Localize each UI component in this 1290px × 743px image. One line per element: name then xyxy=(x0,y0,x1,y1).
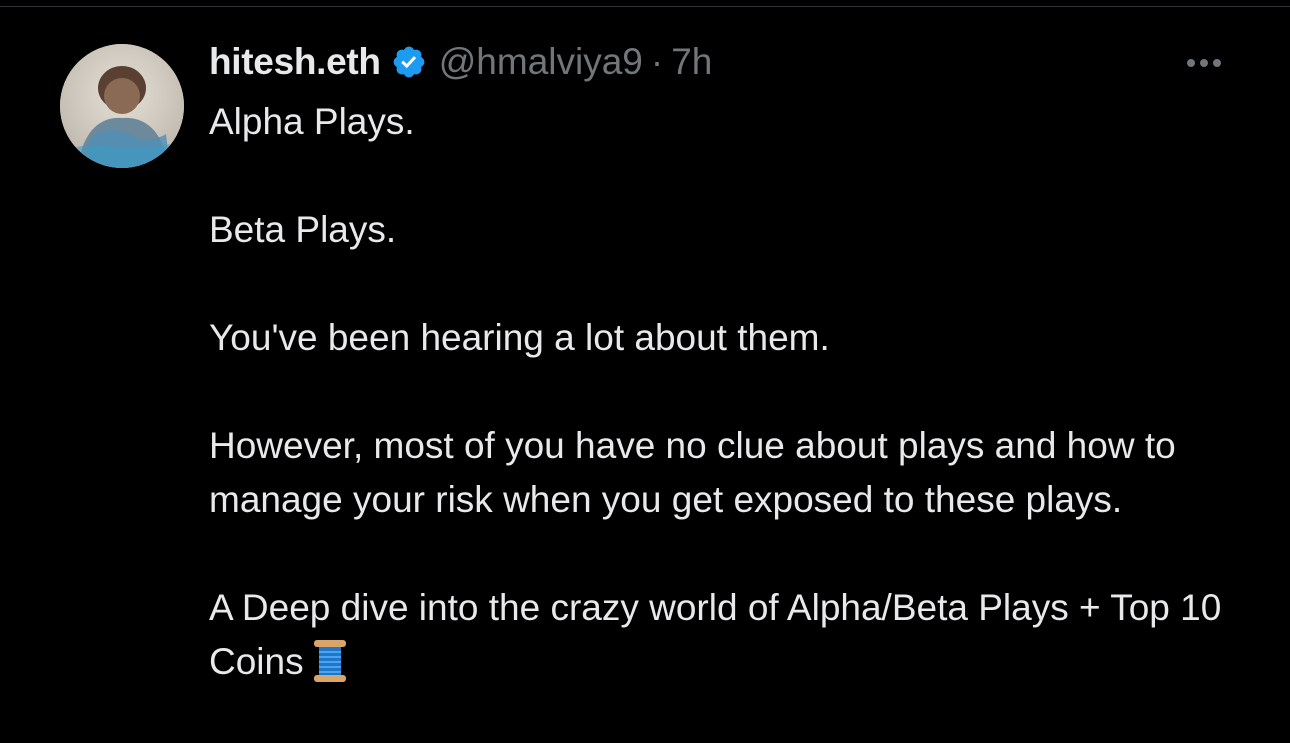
more-options-icon xyxy=(1213,59,1221,67)
tweet[interactable]: hitesh.eth @hmalviya9 · 7h Alpha Plays. … xyxy=(0,7,1290,743)
avatar[interactable] xyxy=(60,44,184,168)
tweet-paragraph-text: A Deep dive into the crazy world of Alph… xyxy=(209,587,1222,682)
more-options-icon xyxy=(1187,59,1195,67)
tweet-paragraph: You've been hearing a lot about them. xyxy=(209,317,830,358)
display-name[interactable]: hitesh.eth xyxy=(209,41,381,83)
tweet-paragraph-last: A Deep dive into the crazy world of Alph… xyxy=(209,581,1269,689)
more-options-button[interactable] xyxy=(1178,51,1230,75)
separator-dot: · xyxy=(650,41,664,82)
thread-spool-emoji xyxy=(312,638,348,684)
tweet-paragraph: Alpha Plays. xyxy=(209,101,415,142)
more-options-icon xyxy=(1200,59,1208,67)
tweet-header: hitesh.eth @hmalviya9 · 7h xyxy=(209,39,712,85)
timestamp[interactable]: 7h xyxy=(671,41,712,83)
tweet-paragraph: Beta Plays. xyxy=(209,209,397,250)
user-handle[interactable]: @hmalviya9 xyxy=(439,41,643,83)
tweet-text: Alpha Plays. Beta Plays. You've been hea… xyxy=(209,95,1269,689)
verified-badge-icon[interactable] xyxy=(391,44,427,80)
tweet-paragraph: However, most of you have no clue about … xyxy=(209,425,1176,520)
avatar-image xyxy=(60,44,184,168)
